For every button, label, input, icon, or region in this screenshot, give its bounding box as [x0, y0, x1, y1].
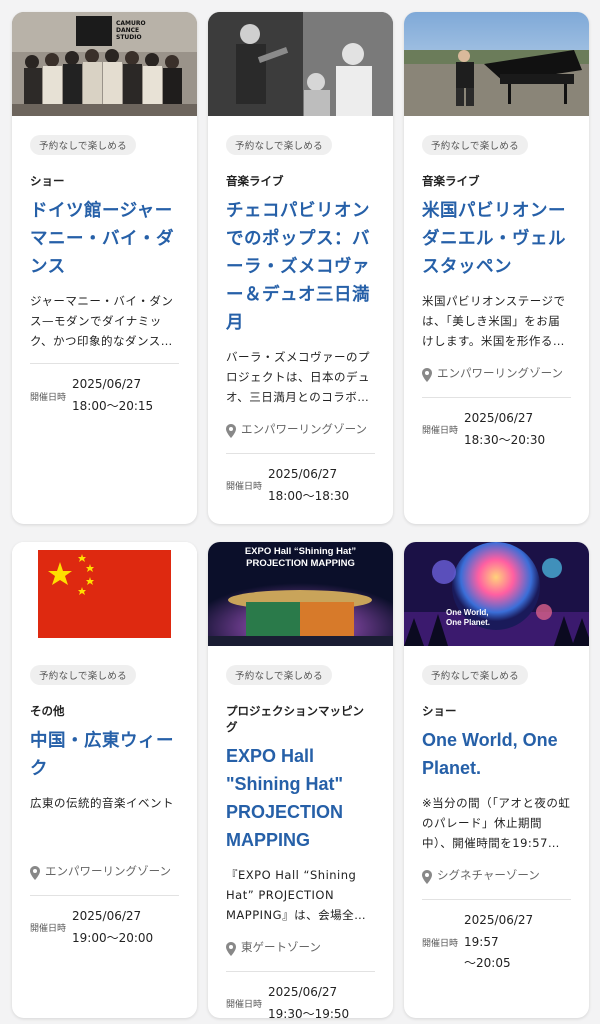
event-time: ～20:05	[464, 956, 511, 971]
event-time: 19:00～20:00	[72, 930, 154, 945]
event-card[interactable]: EXPO Hall “Shining Hat” PROJECTION MAPPI…	[208, 542, 393, 1018]
event-title[interactable]: EXPO Hall "Shining Hat" PROJECTION MAPPI…	[226, 743, 375, 855]
event-title[interactable]: 中国・広東ウィーク	[30, 727, 179, 783]
no-reservation-badge: 予約なしで楽しめる	[422, 135, 528, 155]
datetime-label: 開催日時	[422, 426, 459, 437]
event-card[interactable]: 予約なしで楽しめる 音楽ライブ チェコパビリオンでのポップス：バーラ・ズメコヴァ…	[208, 12, 393, 524]
datetime-label: 開催日時	[30, 392, 67, 403]
event-category: ショー	[422, 704, 457, 718]
location-pin-icon	[226, 424, 236, 439]
event-category: ショー	[30, 174, 65, 188]
event-datetime: 開催日時 2025/06/27 19:30～19:50	[226, 972, 375, 1018]
location-label: 東ゲートゾーン	[241, 940, 321, 955]
thumb-caption: One World, One Planet.	[446, 608, 491, 627]
event-datetime: 開催日時 2025/06/27 18:30～20:30	[422, 398, 571, 469]
event-date: 2025/06/27	[72, 377, 142, 392]
event-title[interactable]: チェコパビリオンでのポップス：バーラ・ズメコヴァー＆デュオ三日満月	[226, 197, 375, 337]
thumb-caption: EXPO Hall “Shining Hat” PROJECTION MAPPI…	[244, 546, 357, 569]
event-category: 音楽ライブ	[422, 174, 480, 188]
event-date: 2025/06/27	[72, 909, 142, 924]
event-datetime: 開催日時 2025/06/27 18:00～18:30	[226, 454, 375, 524]
event-thumbnail: One World, One Planet.	[404, 542, 589, 646]
event-category: プロジェクションマッピング	[226, 704, 364, 735]
location-label: シグネチャーゾーン	[437, 868, 540, 883]
event-date: 2025/06/27	[464, 411, 534, 426]
event-title[interactable]: ドイツ館ージャーマニー・バイ・ダンス	[30, 197, 179, 281]
event-location: 東ゲートゾーン	[226, 937, 375, 959]
event-thumbnail	[12, 542, 197, 646]
event-date: 2025/06/27 19:57	[464, 913, 534, 949]
event-list-page: CAMURO DANCE STUDIO 予約なしで楽しめる ショー ドイツ館ージ…	[0, 0, 600, 1024]
event-title[interactable]: One World, One Planet.	[422, 727, 571, 783]
location-pin-icon	[422, 870, 432, 885]
datetime-label: 開催日時	[422, 938, 459, 949]
event-datetime: 開催日時 2025/06/27 18:00～20:15	[30, 364, 179, 435]
location-label: エンパワーリングゾーン	[437, 366, 564, 381]
event-time: 19:30～19:50	[268, 1006, 350, 1018]
location-pin-icon	[226, 942, 236, 957]
event-location: エンパワーリングゾーン	[422, 363, 571, 385]
event-datetime: 開催日時 2025/06/27 19:57 ～20:05	[422, 900, 571, 993]
event-date: 2025/06/27	[268, 467, 338, 482]
location-label: エンパワーリングゾーン	[45, 864, 172, 879]
datetime-label: 開催日時	[30, 924, 67, 935]
event-card[interactable]: 予約なしで楽しめる その他 中国・広東ウィーク 広東の伝統的音楽イベント エンパ…	[12, 542, 197, 1018]
event-thumbnail: EXPO Hall “Shining Hat” PROJECTION MAPPI…	[208, 542, 393, 646]
event-thumbnail	[404, 12, 589, 116]
event-card[interactable]: CAMURO DANCE STUDIO 予約なしで楽しめる ショー ドイツ館ージ…	[12, 12, 197, 524]
event-description: ジャーマニー・バイ・ダンス—モダンでダイナミック、かつ印象的なダンス…	[30, 294, 174, 349]
event-description: 米国パビリオンステージでは、「美しき米国」をお届けします。米国を形作る…	[422, 294, 566, 349]
event-location: エンパワーリングゾーン	[30, 861, 179, 883]
event-time: 18:00～18:30	[268, 488, 350, 503]
event-thumbnail: CAMURO DANCE STUDIO	[12, 12, 197, 116]
no-reservation-badge: 予約なしで楽しめる	[422, 665, 528, 685]
event-card[interactable]: One World, One Planet. 予約なしで楽しめる ショー One…	[404, 542, 589, 1018]
location-pin-icon	[30, 866, 40, 881]
datetime-label: 開催日時	[226, 482, 263, 493]
event-description: ※当分の間（「アオと夜の虹のパレード」休止期間中）、開催時間を19:57…	[422, 795, 571, 851]
event-category: 音楽ライブ	[226, 174, 284, 188]
event-date: 2025/06/27	[268, 984, 338, 999]
event-description: バーラ・ズメコヴァーのプロジェクトは、日本のデュオ、三日満月とのコラボ…	[226, 350, 370, 405]
event-description: 広東の伝統的音楽イベント	[30, 796, 174, 811]
no-reservation-badge: 予約なしで楽しめる	[226, 665, 332, 685]
no-reservation-badge: 予約なしで楽しめる	[30, 665, 136, 685]
event-category: その他	[30, 704, 65, 718]
event-location: シグネチャーゾーン	[422, 865, 571, 887]
no-reservation-badge: 予約なしで楽しめる	[30, 135, 136, 155]
event-time: 18:00～20:15	[72, 399, 154, 414]
event-thumbnail	[208, 12, 393, 116]
datetime-label: 開催日時	[226, 1000, 263, 1011]
event-title[interactable]: 米国パビリオンー ダニエル・ヴェルスタッペン	[422, 197, 571, 281]
event-time: 18:30～20:30	[464, 432, 546, 447]
no-reservation-badge: 予約なしで楽しめる	[226, 135, 332, 155]
thumb-caption: CAMURO DANCE STUDIO	[116, 20, 146, 42]
event-card[interactable]: 予約なしで楽しめる 音楽ライブ 米国パビリオンー ダニエル・ヴェルスタッペン 米…	[404, 12, 589, 524]
event-description: 『EXPO Hall “Shining Hat” PROJECTION MAPP…	[226, 867, 367, 922]
location-pin-icon	[422, 368, 432, 383]
event-datetime: 開催日時 2025/06/27 19:00～20:00	[30, 896, 179, 967]
event-grid: CAMURO DANCE STUDIO 予約なしで楽しめる ショー ドイツ館ージ…	[0, 0, 600, 1024]
event-location: エンパワーリングゾーン	[226, 419, 375, 441]
location-label: エンパワーリングゾーン	[241, 422, 368, 437]
